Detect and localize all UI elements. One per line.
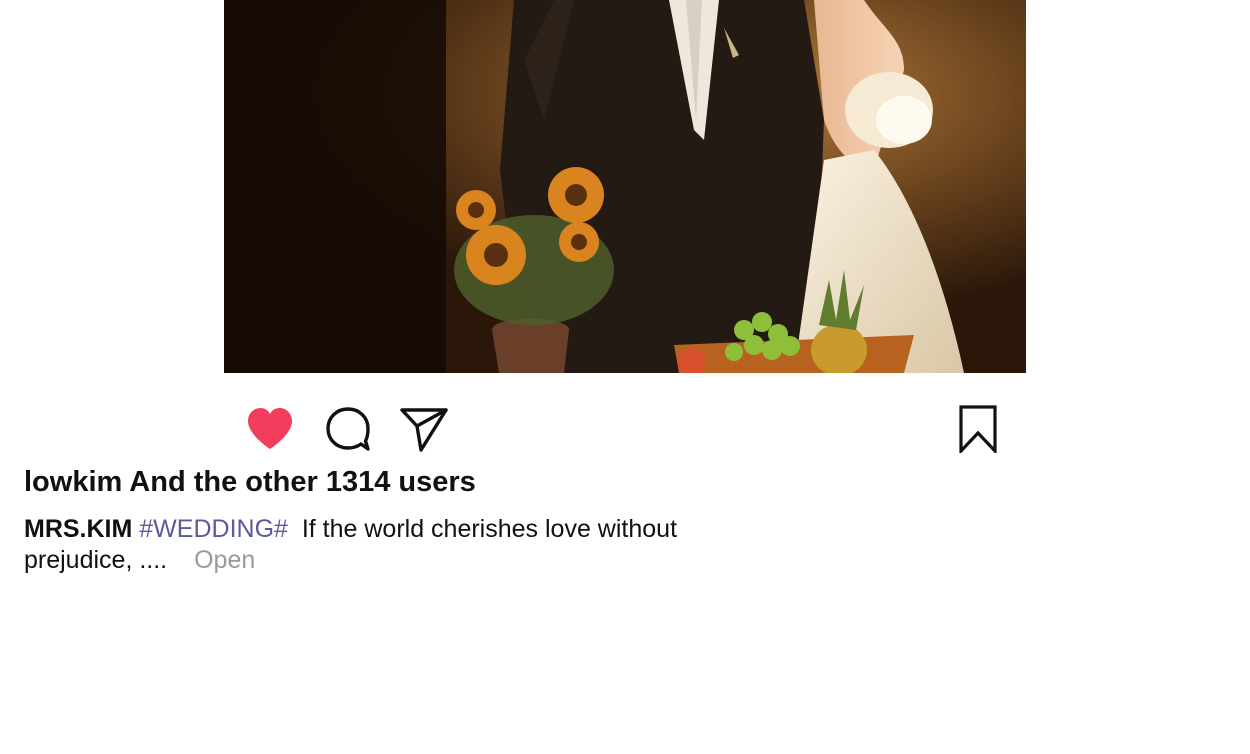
post-action-bar: [224, 373, 1026, 473]
wedding-photo-illustration: [224, 0, 1026, 373]
heart-icon: [248, 408, 292, 449]
share-button[interactable]: [398, 403, 450, 455]
bookmark-icon: [959, 405, 997, 453]
caption-hashtag[interactable]: #WEDDING#: [139, 515, 288, 543]
bookmark-button[interactable]: [952, 403, 1004, 455]
paper-plane-icon: [400, 408, 448, 452]
comment-icon: [326, 407, 370, 451]
caption-author[interactable]: MRS.KIM: [24, 515, 132, 543]
like-button[interactable]: [244, 403, 296, 455]
open-caption-link[interactable]: Open: [194, 546, 255, 574]
post-caption: MRS.KIM #WEDDING# If the world cherishes…: [24, 514, 724, 576]
post-photo[interactable]: [224, 0, 1026, 373]
post-card: [224, 0, 1026, 473]
comment-button[interactable]: [322, 403, 374, 455]
likes-summary[interactable]: lowkim And the other 1314 users: [24, 466, 476, 499]
